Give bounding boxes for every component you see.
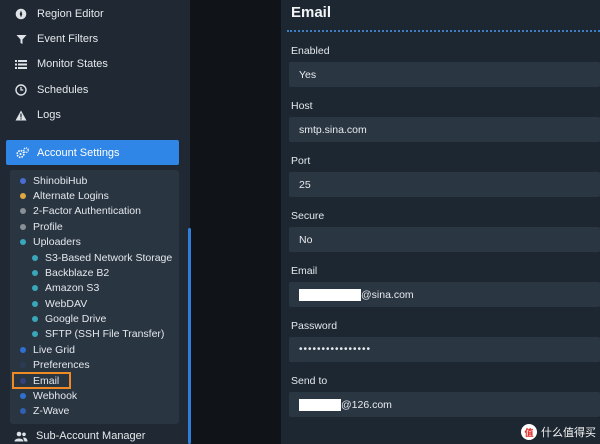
password-label: Password	[291, 320, 338, 332]
submenu-item-s3-network-storage[interactable]: S3-Based Network Storage	[32, 251, 172, 265]
bullet-dot	[32, 316, 38, 322]
enabled-label: Enabled	[291, 45, 330, 57]
email-settings-panel: Email Enabled Yes Host smtp.sina.com Por…	[281, 0, 600, 444]
users-icon	[14, 431, 28, 442]
submenu-item-label: 2-Factor Authentication	[33, 205, 141, 217]
bullet-dot	[20, 393, 26, 399]
bullet-dot	[32, 255, 38, 261]
bullet-dot	[20, 193, 26, 199]
submenu-item-uploaders[interactable]: Uploaders	[20, 235, 81, 249]
sidebar-item-label: Sub-Account Manager	[36, 430, 146, 442]
title-divider	[287, 30, 600, 32]
submenu-item-label: Email	[33, 375, 60, 387]
submenu-item-alternate-logins[interactable]: Alternate Logins	[20, 189, 109, 203]
sidebar-item-logs[interactable]: Logs	[0, 104, 185, 126]
submenu-item-webhook[interactable]: Webhook	[20, 389, 77, 403]
submenu-item-label: ShinobiHub	[33, 175, 88, 187]
send-to-label: Send to	[291, 375, 328, 387]
sidebar-item-label: Region Editor	[37, 8, 104, 20]
sidebar-item-schedules[interactable]: Schedules	[0, 79, 185, 101]
warning-icon	[14, 108, 28, 122]
submenu-item-shinobihub[interactable]: ShinobiHub	[20, 174, 87, 188]
compass-icon	[14, 7, 28, 21]
email-domain: @sina.com	[361, 288, 414, 301]
sidebar-item-event-filters[interactable]: Event Filters	[0, 28, 185, 50]
bullet-dot	[32, 270, 38, 276]
submenu-item-label: Webhook	[33, 390, 78, 402]
bullet-dot	[20, 347, 26, 353]
panel-title: Email	[291, 4, 332, 21]
submenu-item-label: Alternate Logins	[33, 190, 109, 202]
sidebar-scrollbar[interactable]	[188, 228, 191, 444]
enabled-select[interactable]: Yes	[289, 62, 600, 87]
port-label: Port	[291, 155, 311, 167]
submenu-item-amazon-s3[interactable]: Amazon S3	[32, 281, 99, 295]
bullet-dot	[20, 408, 26, 414]
bullet-dot	[32, 285, 38, 291]
watermark-logo: 值	[521, 424, 537, 440]
host-input[interactable]: smtp.sina.com	[289, 117, 600, 142]
sidebar-item-label: Monitor States	[37, 58, 108, 70]
submenu-item-label: Preferences	[33, 359, 90, 371]
submenu-item-label: SFTP (SSH File Transfer)	[45, 328, 165, 340]
submenu-item-profile[interactable]: Profile	[20, 220, 63, 234]
bullet-dot	[20, 224, 26, 230]
bullet-dot	[32, 301, 38, 307]
sidebar: Region Editor Event Filters Monitor Stat…	[0, 0, 190, 444]
clock-icon	[14, 83, 28, 97]
secure-label: Secure	[291, 210, 325, 222]
bullet-dot	[32, 331, 38, 337]
submenu-item-backblaze-b2[interactable]: Backblaze B2	[32, 266, 109, 280]
port-input[interactable]: 25	[289, 172, 600, 197]
list-icon	[14, 57, 28, 71]
sidebar-item-region-editor[interactable]: Region Editor	[0, 3, 185, 25]
sidebar-item-label: Event Filters	[37, 33, 99, 45]
host-label: Host	[291, 100, 313, 112]
bullet-dot	[20, 378, 26, 384]
sidebar-item-monitor-states[interactable]: Monitor States	[0, 53, 185, 75]
sidebar-item-sub-account-manager[interactable]: Sub-Account Manager	[0, 428, 185, 444]
submenu-item-label: Profile	[33, 221, 63, 233]
submenu-item-label: WebDAV	[45, 298, 88, 310]
submenu-item-label: Z-Wave	[33, 405, 70, 417]
secure-select[interactable]: No	[289, 227, 600, 252]
submenu-item-preferences[interactable]: Preferences	[20, 358, 90, 372]
submenu-item-live-grid[interactable]: Live Grid	[20, 343, 75, 357]
account-settings-button[interactable]: Account Settings	[6, 140, 179, 165]
watermark-text: 什么值得买	[541, 427, 596, 439]
email-label: Email	[291, 265, 318, 277]
sidebar-item-label: Schedules	[37, 84, 89, 96]
submenu-item-label: Uploaders	[33, 236, 81, 248]
send-to-domain: @126.com	[341, 398, 392, 411]
background-area	[193, 0, 281, 444]
submenu-item-webdav[interactable]: WebDAV	[32, 297, 87, 311]
submenu-item-sftp[interactable]: SFTP (SSH File Transfer)	[32, 327, 164, 341]
redacted-text	[299, 288, 361, 301]
bullet-dot	[20, 178, 26, 184]
send-to-input[interactable]: @126.com	[289, 392, 600, 417]
account-settings-label: Account Settings	[37, 146, 120, 159]
submenu-item-label: Backblaze B2	[45, 267, 110, 279]
filter-icon	[14, 32, 28, 46]
redacted-text	[299, 398, 341, 411]
submenu-item-label: S3-Based Network Storage	[45, 252, 173, 264]
submenu-item-label: Google Drive	[45, 313, 107, 325]
email-input[interactable]: @sina.com	[289, 282, 600, 307]
submenu-item-z-wave[interactable]: Z-Wave	[20, 404, 69, 418]
bullet-dot	[20, 362, 26, 368]
submenu-item-label: Amazon S3	[45, 282, 100, 294]
submenu-item-email[interactable]: Email	[20, 374, 59, 388]
gears-icon	[16, 146, 29, 159]
bullet-dot	[20, 239, 26, 245]
submenu-item-2fa[interactable]: 2-Factor Authentication	[20, 204, 141, 218]
submenu-item-google-drive[interactable]: Google Drive	[32, 312, 106, 326]
sidebar-item-label: Logs	[37, 109, 61, 121]
password-input[interactable]: ••••••••••••••••	[289, 337, 600, 362]
watermark: 值 什么值得买	[521, 424, 596, 440]
bullet-dot	[20, 208, 26, 214]
submenu-item-label: Live Grid	[33, 344, 76, 356]
